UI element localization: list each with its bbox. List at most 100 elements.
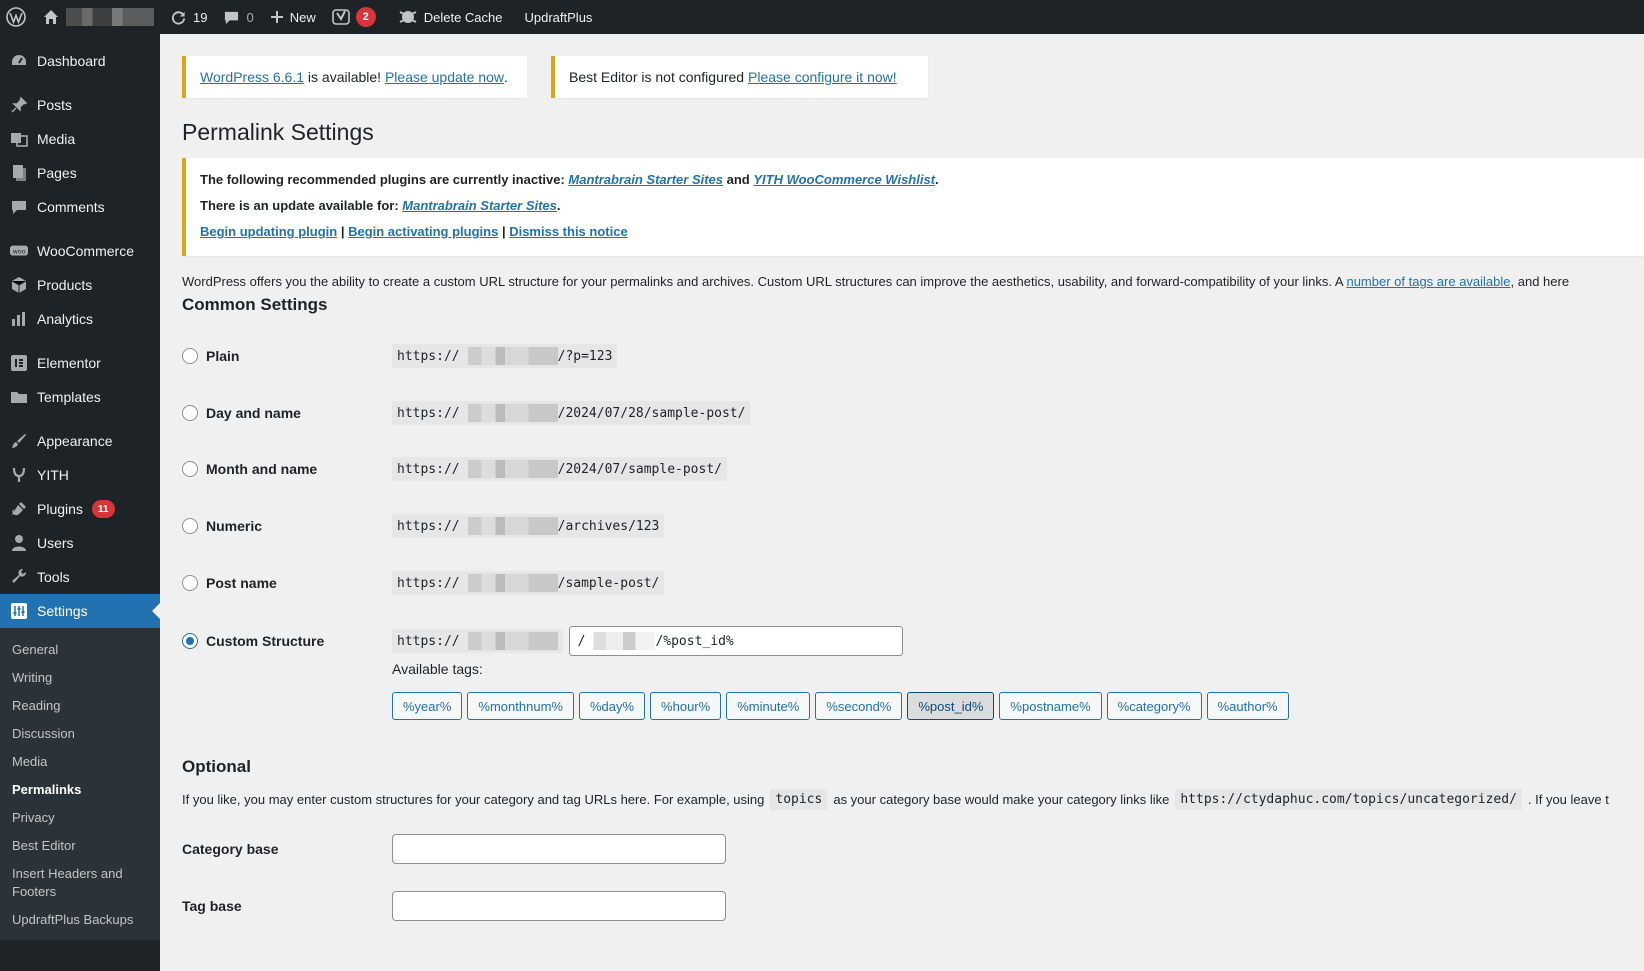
custom-structure-base-url: https:// xyxy=(392,629,563,653)
sidebar-item-comments[interactable]: Comments xyxy=(0,190,160,224)
sidebar-item-plugins[interactable]: Plugins 11 xyxy=(0,492,160,526)
home-icon xyxy=(44,10,58,24)
tag-post-id-button[interactable]: %post_id% xyxy=(907,692,995,720)
available-tags-doc-link[interactable]: number of tags are available xyxy=(1346,274,1510,289)
submenu-privacy[interactable]: Privacy xyxy=(0,804,160,832)
tag-year-button[interactable]: %year% xyxy=(392,692,463,720)
sidebar-item-templates[interactable]: Templates xyxy=(0,380,160,414)
optional-heading: Optional xyxy=(182,757,251,776)
tag-hour-button[interactable]: %hour% xyxy=(650,692,722,720)
permalink-intro: WordPress offers you the ability to crea… xyxy=(182,274,1570,289)
sidebar-item-settings[interactable]: Settings xyxy=(0,594,160,628)
option-post-name[interactable]: Post name https:///sample-post/ xyxy=(182,570,1582,596)
submenu-discussion[interactable]: Discussion xyxy=(0,720,160,748)
sidebar-item-users[interactable]: Users xyxy=(0,526,160,560)
option-day-and-name[interactable]: Day and name https:///2024/07/28/sample-… xyxy=(182,400,1582,426)
dashboard-icon xyxy=(10,52,28,70)
submenu-updraftplus-backups[interactable]: UpdraftPlus Backups xyxy=(0,906,160,934)
tag-monthnum-button[interactable]: %monthnum% xyxy=(467,692,574,720)
tag-minute-button[interactable]: %minute% xyxy=(726,692,811,720)
custom-structure-radio[interactable] xyxy=(182,633,198,649)
day-and-name-radio[interactable] xyxy=(182,405,198,421)
sidebar-item-yith[interactable]: YITH xyxy=(0,458,160,492)
tag-base-row: Tag base xyxy=(182,891,726,921)
sidebar-item-media[interactable]: Media xyxy=(0,122,160,156)
mantrabrain-update-link[interactable]: Mantrabrain Starter Sites xyxy=(402,198,557,213)
updraftplus-link[interactable]: UpdraftPlus xyxy=(511,0,601,34)
tag-postname-button[interactable]: %postname% xyxy=(999,692,1102,720)
tag-author-button[interactable]: %author% xyxy=(1206,692,1289,720)
sidebar-item-woocommerce[interactable]: woo WooCommerce xyxy=(0,234,160,268)
comments-link[interactable]: 0 xyxy=(215,0,261,34)
submenu-insert-headers-footers[interactable]: Insert Headers and Footers xyxy=(0,860,160,906)
plus-icon xyxy=(270,11,283,23)
custom-structure-input[interactable]: //%post_id% xyxy=(568,626,903,656)
wordpress-logo-icon[interactable] xyxy=(0,0,34,34)
submenu-media[interactable]: Media xyxy=(0,748,160,776)
refresh-icon xyxy=(171,10,186,24)
post-name-radio[interactable] xyxy=(182,575,198,591)
option-month-and-name[interactable]: Month and name https:///2024/07/sample-p… xyxy=(182,456,1582,482)
option-custom-structure[interactable]: Custom Structure https:// //%post_id% xyxy=(182,626,1582,656)
option-numeric[interactable]: Numeric https:///archives/123 xyxy=(182,513,1582,539)
sidebar-item-appearance[interactable]: Appearance xyxy=(0,424,160,458)
configure-now-link[interactable]: Please configure it now! xyxy=(748,69,897,85)
sidebar-item-posts[interactable]: Posts xyxy=(0,88,160,122)
admin-bar: 19 0 New 2 Delete Cache UpdraftPlus xyxy=(0,0,1644,34)
tag-category-button[interactable]: %category% xyxy=(1106,692,1202,720)
optional-intro: If you like, you may enter custom struct… xyxy=(182,789,1609,810)
category-base-row: Category base xyxy=(182,834,726,864)
site-home-link[interactable] xyxy=(34,0,162,34)
submenu-reading[interactable]: Reading xyxy=(0,692,160,720)
dismiss-notice-link[interactable]: Dismiss this notice xyxy=(509,224,627,239)
wordpress-version-link[interactable]: WordPress 6.6.1 xyxy=(200,69,304,85)
main-content: WordPress 6.6.1 is available! Please upd… xyxy=(160,34,1644,971)
page-title: Permalink Settings xyxy=(182,119,374,145)
available-tags-list: %year% %monthnum% %day% %hour% %minute% … xyxy=(392,692,1289,720)
begin-updating-link[interactable]: Begin updating plugin xyxy=(200,224,337,239)
begin-activating-link[interactable]: Begin activating plugins xyxy=(348,224,498,239)
submenu-permalinks[interactable]: Permalinks xyxy=(0,776,160,804)
media-icon xyxy=(10,130,28,148)
sidebar-item-dashboard[interactable]: Dashboard xyxy=(0,44,160,78)
sidebar-item-analytics[interactable]: Analytics xyxy=(0,302,160,336)
yith-wishlist-link[interactable]: YITH WooCommerce Wishlist xyxy=(753,172,935,187)
tag-day-button[interactable]: %day% xyxy=(578,692,646,720)
new-content-link[interactable]: New xyxy=(262,0,324,34)
updates-link[interactable]: 19 xyxy=(162,0,215,34)
updraftplus-label: UpdraftPlus xyxy=(524,9,593,25)
tag-second-button[interactable]: %second% xyxy=(815,692,903,720)
brush-icon xyxy=(10,432,28,450)
sidebar-item-products[interactable]: Products xyxy=(0,268,160,302)
submenu-general[interactable]: General xyxy=(0,636,160,664)
category-base-input[interactable] xyxy=(392,834,726,864)
please-update-link[interactable]: Please update now xyxy=(385,69,504,85)
numeric-radio[interactable] xyxy=(182,518,198,534)
submenu-best-editor[interactable]: Best Editor xyxy=(0,832,160,860)
pin-icon xyxy=(10,96,28,114)
recommended-plugins-notice: The following recommended plugins are cu… xyxy=(182,158,1644,256)
yith-icon xyxy=(10,466,28,484)
new-label: New xyxy=(289,9,316,25)
settings-submenu: General Writing Reading Discussion Media… xyxy=(0,628,160,940)
plain-radio[interactable] xyxy=(182,348,198,364)
cache-icon xyxy=(399,11,417,23)
sidebar-item-pages[interactable]: Pages xyxy=(0,156,160,190)
yoast-seo-menu[interactable]: 2 xyxy=(324,0,384,34)
submenu-writing[interactable]: Writing xyxy=(0,664,160,692)
sidebar-item-elementor[interactable]: Elementor xyxy=(0,346,160,380)
yoast-icon xyxy=(331,9,350,25)
tag-base-label: Tag base xyxy=(182,898,242,914)
yoast-badge: 2 xyxy=(355,7,376,27)
option-plain[interactable]: Plain https:///?p=123 xyxy=(182,343,1582,369)
tag-base-input[interactable] xyxy=(392,891,726,921)
month-and-name-example-url: https:///2024/07/sample-post/ xyxy=(392,457,727,481)
admin-sidebar: Dashboard Posts Media Pages Comments woo… xyxy=(0,34,160,971)
sidebar-item-tools[interactable]: Tools xyxy=(0,560,160,594)
delete-cache-link[interactable]: Delete Cache xyxy=(384,0,511,34)
mantrabrain-link[interactable]: Mantrabrain Starter Sites xyxy=(568,172,723,187)
month-and-name-radio[interactable] xyxy=(182,461,198,477)
plain-example-url: https:///?p=123 xyxy=(392,344,618,368)
woo-icon: woo xyxy=(10,242,28,260)
wp-update-notice: WordPress 6.6.1 is available! Please upd… xyxy=(182,56,527,98)
